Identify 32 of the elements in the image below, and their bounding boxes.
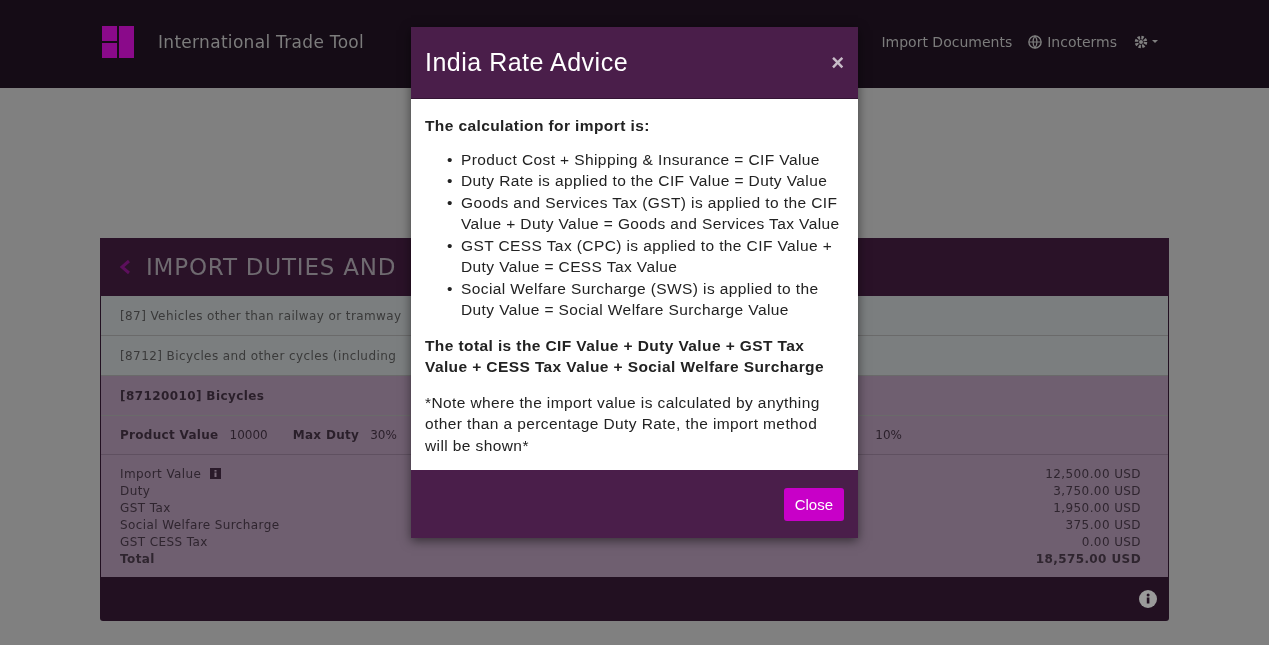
breakdown-value: 0.00 USD bbox=[1081, 534, 1141, 549]
breakdown-value: 1,950.00 USD bbox=[1053, 500, 1141, 515]
calculation-step: GST CESS Tax (CPC) is applied to the CIF Value + Duty Value = CESS Tax Value bbox=[461, 234, 844, 278]
stat-label: Product Value bbox=[120, 428, 219, 442]
bullet: • bbox=[447, 192, 454, 213]
dialog-title: India Rate Advice bbox=[425, 48, 629, 77]
breakdown-label: Social Welfare Surcharge bbox=[120, 517, 280, 532]
breakdown-label: Duty bbox=[120, 483, 151, 498]
calculation-step: Goods and Services Tax (GST) is applied to the CIF Value + Duty Value = Goods and Services Tax Value bbox=[461, 191, 844, 235]
calculation-step: Product Cost + Shipping & Insurance = CIF Value bbox=[461, 148, 820, 170]
breakdown-value: 375.00 USD bbox=[1065, 517, 1141, 532]
breakdown-value: 12,500.00 USD bbox=[1045, 466, 1141, 481]
breakdown-value: 3,750.00 USD bbox=[1053, 483, 1141, 498]
breakdown-label: GST Tax bbox=[120, 500, 171, 515]
stat-value: 10% bbox=[875, 428, 902, 442]
bullet: • bbox=[447, 278, 454, 299]
bullet: • bbox=[447, 149, 454, 170]
note-text: *Note where the import value is calculated by anything other than a percentage Duty Rate, the import method will be shown* bbox=[425, 392, 821, 456]
breakdown-label: Total bbox=[120, 551, 155, 566]
breakdown-label: Import Value bbox=[120, 466, 202, 481]
stat-value: 30% bbox=[370, 428, 397, 442]
stat-label: Max Duty bbox=[292, 428, 360, 442]
calculation-step: Social Welfare Surcharge (SWS) is applied to the Duty Value = Social Welfare Surcharge Value bbox=[461, 277, 844, 321]
breakdown-value: 18,575.00 USD bbox=[1035, 551, 1141, 566]
total-text: The total is the CIF Value + Duty Value + GST Tax Value + CESS Tax Value + Social Welfare Surcharge bbox=[425, 335, 825, 377]
intro-text: The calculation for import is: bbox=[425, 116, 651, 136]
bullet: • bbox=[447, 235, 454, 256]
card-title: IMPORT DUTIES AND bbox=[146, 254, 397, 280]
calculation-step: Duty Rate is applied to the CIF Value = Duty Value bbox=[461, 170, 828, 192]
stat-value: 10000 bbox=[229, 428, 268, 442]
breakdown-label: GST CESS Tax bbox=[120, 534, 208, 549]
bullet: • bbox=[447, 171, 454, 191]
